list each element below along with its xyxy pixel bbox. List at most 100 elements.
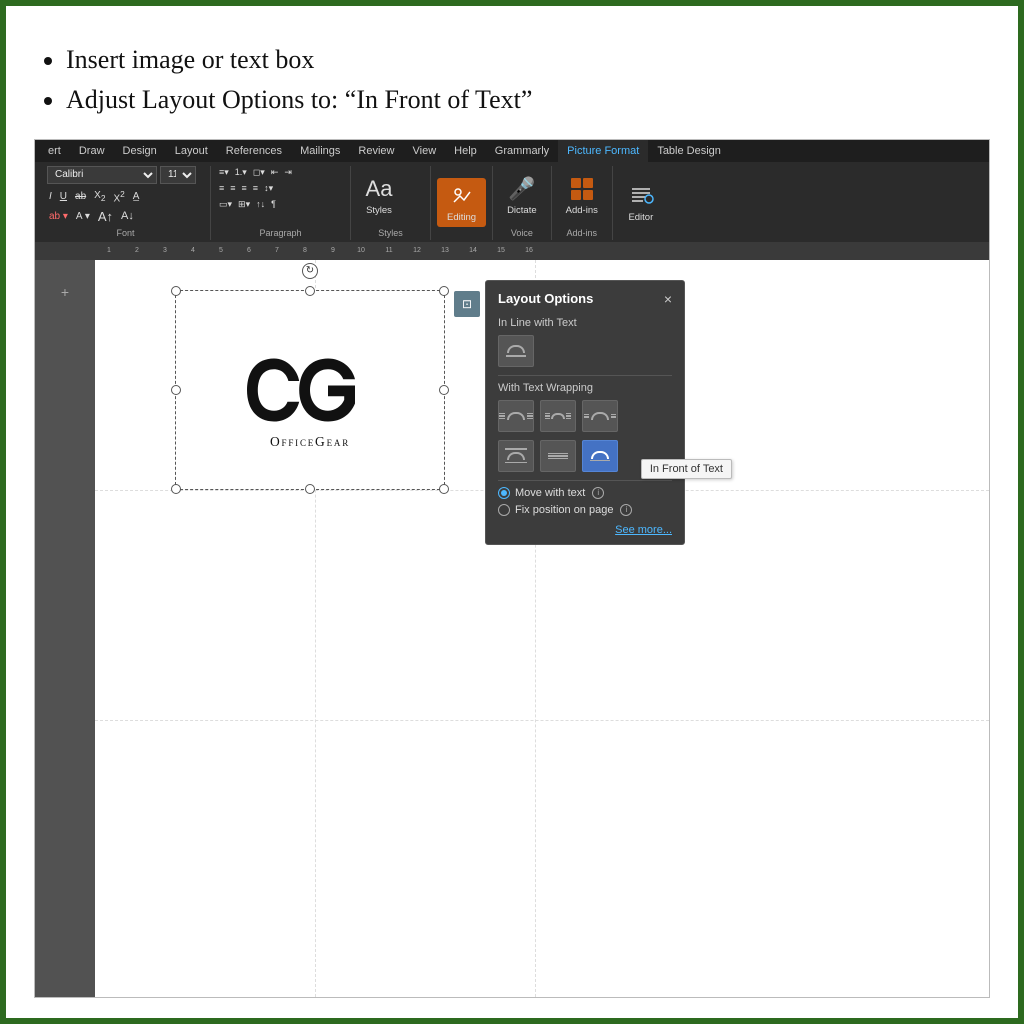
ruler-mark: 15 <box>487 247 515 254</box>
numbering-button[interactable]: 1.▾ <box>233 166 249 179</box>
font-size-select[interactable]: 11 <box>160 166 196 184</box>
wrap-square-button[interactable] <box>498 400 534 432</box>
layout-panel-title: Layout Options <box>498 291 593 306</box>
move-handle-icon[interactable]: + <box>61 284 69 300</box>
wrap-tight-arc <box>551 413 565 419</box>
font-style-extra[interactable]: A̲ <box>131 190 142 203</box>
para-row-1: ≡▾ 1.▾ ◻▾ ⇤ ⇥ <box>217 166 294 179</box>
font-group-label: Font <box>47 228 204 240</box>
position-radio-group: Move with text i Fix position on page i <box>498 487 672 516</box>
tab-review[interactable]: Review <box>349 140 403 162</box>
tab-design[interactable]: Design <box>114 140 166 162</box>
handle-top-middle[interactable] <box>305 286 315 296</box>
handle-bottom-left[interactable] <box>171 484 181 494</box>
ruler-mark: 4 <box>179 247 207 254</box>
ribbon-group-editor: Editor <box>613 166 669 240</box>
radio-move-with-text[interactable]: Move with text i <box>498 487 672 499</box>
tab-grammarly[interactable]: Grammarly <box>486 140 558 162</box>
wrapping-icons-row-2: In Front of Text <box>498 440 672 472</box>
styles-button[interactable]: Aa Styles <box>357 173 401 218</box>
para-row-3: ▭▾ ⊞▾ ↑↓ ¶ <box>217 198 278 211</box>
shading-button[interactable]: ▭▾ <box>217 198 234 211</box>
font-color-row: ab ▾ A ▾ A↑ A↓ <box>47 208 136 225</box>
handle-bottom-middle[interactable] <box>305 484 315 494</box>
borders-button[interactable]: ⊞▾ <box>236 198 252 211</box>
handle-middle-right[interactable] <box>439 385 449 395</box>
font-name-select[interactable]: Calibri <box>47 166 157 184</box>
wrap-arc <box>507 412 525 420</box>
layout-options-panel: Layout Options × In Line with Text With … <box>485 280 685 545</box>
font-style-row: I U ab X2 X2 A̲ <box>47 188 141 205</box>
handle-middle-left[interactable] <box>171 385 181 395</box>
align-right[interactable]: ≡ <box>240 182 249 194</box>
align-center[interactable]: ≡ <box>228 182 237 194</box>
line-spacing[interactable]: ↕▾ <box>262 182 275 195</box>
page-container: Insert image or text box Adjust Layout O… <box>6 6 1018 1018</box>
tab-layout[interactable]: Layout <box>166 140 217 162</box>
wrap-behind-text-button[interactable] <box>540 440 576 472</box>
ruler-mark: 7 <box>263 247 291 254</box>
addins-label: Add-ins <box>566 205 598 216</box>
see-more-link[interactable]: See more... <box>498 524 672 536</box>
logo-image: OfficeGear <box>176 291 444 489</box>
editing-button[interactable]: Editing <box>437 178 486 227</box>
handle-top-right[interactable] <box>439 286 449 296</box>
bullet-item-1: Insert image or text box <box>66 40 990 80</box>
radio-fix-label: Fix position on page <box>515 504 613 516</box>
rotate-handle[interactable]: ↻ <box>302 263 318 279</box>
dictate-label: Dictate <box>507 205 537 216</box>
editing-label: Editing <box>447 212 476 223</box>
font-size-down[interactable]: A↓ <box>119 209 136 223</box>
image-selection-box[interactable]: ↻ ⊡ <box>175 290 445 490</box>
sort-button[interactable]: ↑↓ <box>254 198 267 210</box>
align-justify[interactable]: ≡ <box>251 182 260 194</box>
wrap-tight-button[interactable] <box>540 400 576 432</box>
handle-bottom-right[interactable] <box>439 484 449 494</box>
info-icon-fix: i <box>620 504 632 516</box>
strikethrough-button[interactable]: ab <box>73 190 88 203</box>
radio-fix-position[interactable]: Fix position on page i <box>498 504 672 516</box>
ruler-mark: 2 <box>123 247 151 254</box>
addins-button[interactable]: Add-ins <box>558 171 606 220</box>
layout-options-trigger[interactable]: ⊡ <box>454 291 480 317</box>
outline-button[interactable]: ◻▾ <box>251 166 267 179</box>
wrap-in-front-button[interactable]: In Front of Text <box>582 440 618 472</box>
font-color-button[interactable]: A ▾ <box>74 210 92 223</box>
officegear-logo: OfficeGear <box>220 325 400 455</box>
info-icon-move: i <box>592 487 604 499</box>
ribbon-group-editing: Editing <box>431 166 493 240</box>
font-size-up[interactable]: A↑ <box>96 208 115 225</box>
inline-icons-row <box>498 335 672 367</box>
superscript-button[interactable]: X2 <box>111 188 126 205</box>
subscript-button[interactable]: X2 <box>92 189 107 204</box>
handle-top-left[interactable] <box>171 286 181 296</box>
align-left[interactable]: ≡ <box>217 182 226 194</box>
radio-move-label: Move with text <box>515 487 585 499</box>
font-highlight-button[interactable]: ab ▾ <box>47 210 70 223</box>
tab-table-design[interactable]: Table Design <box>648 140 730 162</box>
indent-decrease[interactable]: ⇤ <box>269 166 281 179</box>
underline-button[interactable]: U <box>58 190 69 203</box>
dictate-button[interactable]: 🎤 Dictate <box>499 171 545 220</box>
tab-draw[interactable]: Draw <box>70 140 114 162</box>
styles-icon: Aa <box>365 175 393 203</box>
in-front-tooltip: In Front of Text <box>641 459 732 479</box>
bullets-button[interactable]: ≡▾ <box>217 166 231 179</box>
wrap-through-button[interactable] <box>582 400 618 432</box>
tab-help[interactable]: Help <box>445 140 486 162</box>
tab-insert[interactable]: ert <box>39 140 70 162</box>
inline-text-button[interactable] <box>498 335 534 367</box>
tab-view[interactable]: View <box>404 140 446 162</box>
indent-increase[interactable]: ⇥ <box>282 166 294 179</box>
wrap-top-bottom-button[interactable] <box>498 440 534 472</box>
italic-button[interactable]: I <box>47 190 54 203</box>
layout-divider-2 <box>498 480 672 481</box>
ruler-mark: 9 <box>319 247 347 254</box>
editor-label: Editor <box>628 212 653 223</box>
layout-panel-close-button[interactable]: × <box>664 291 672 307</box>
editor-button[interactable]: Editor <box>619 178 663 227</box>
show-formatting[interactable]: ¶ <box>269 198 278 210</box>
tab-references[interactable]: References <box>217 140 291 162</box>
tab-mailings[interactable]: Mailings <box>291 140 349 162</box>
tab-picture-format[interactable]: Picture Format <box>558 140 648 162</box>
